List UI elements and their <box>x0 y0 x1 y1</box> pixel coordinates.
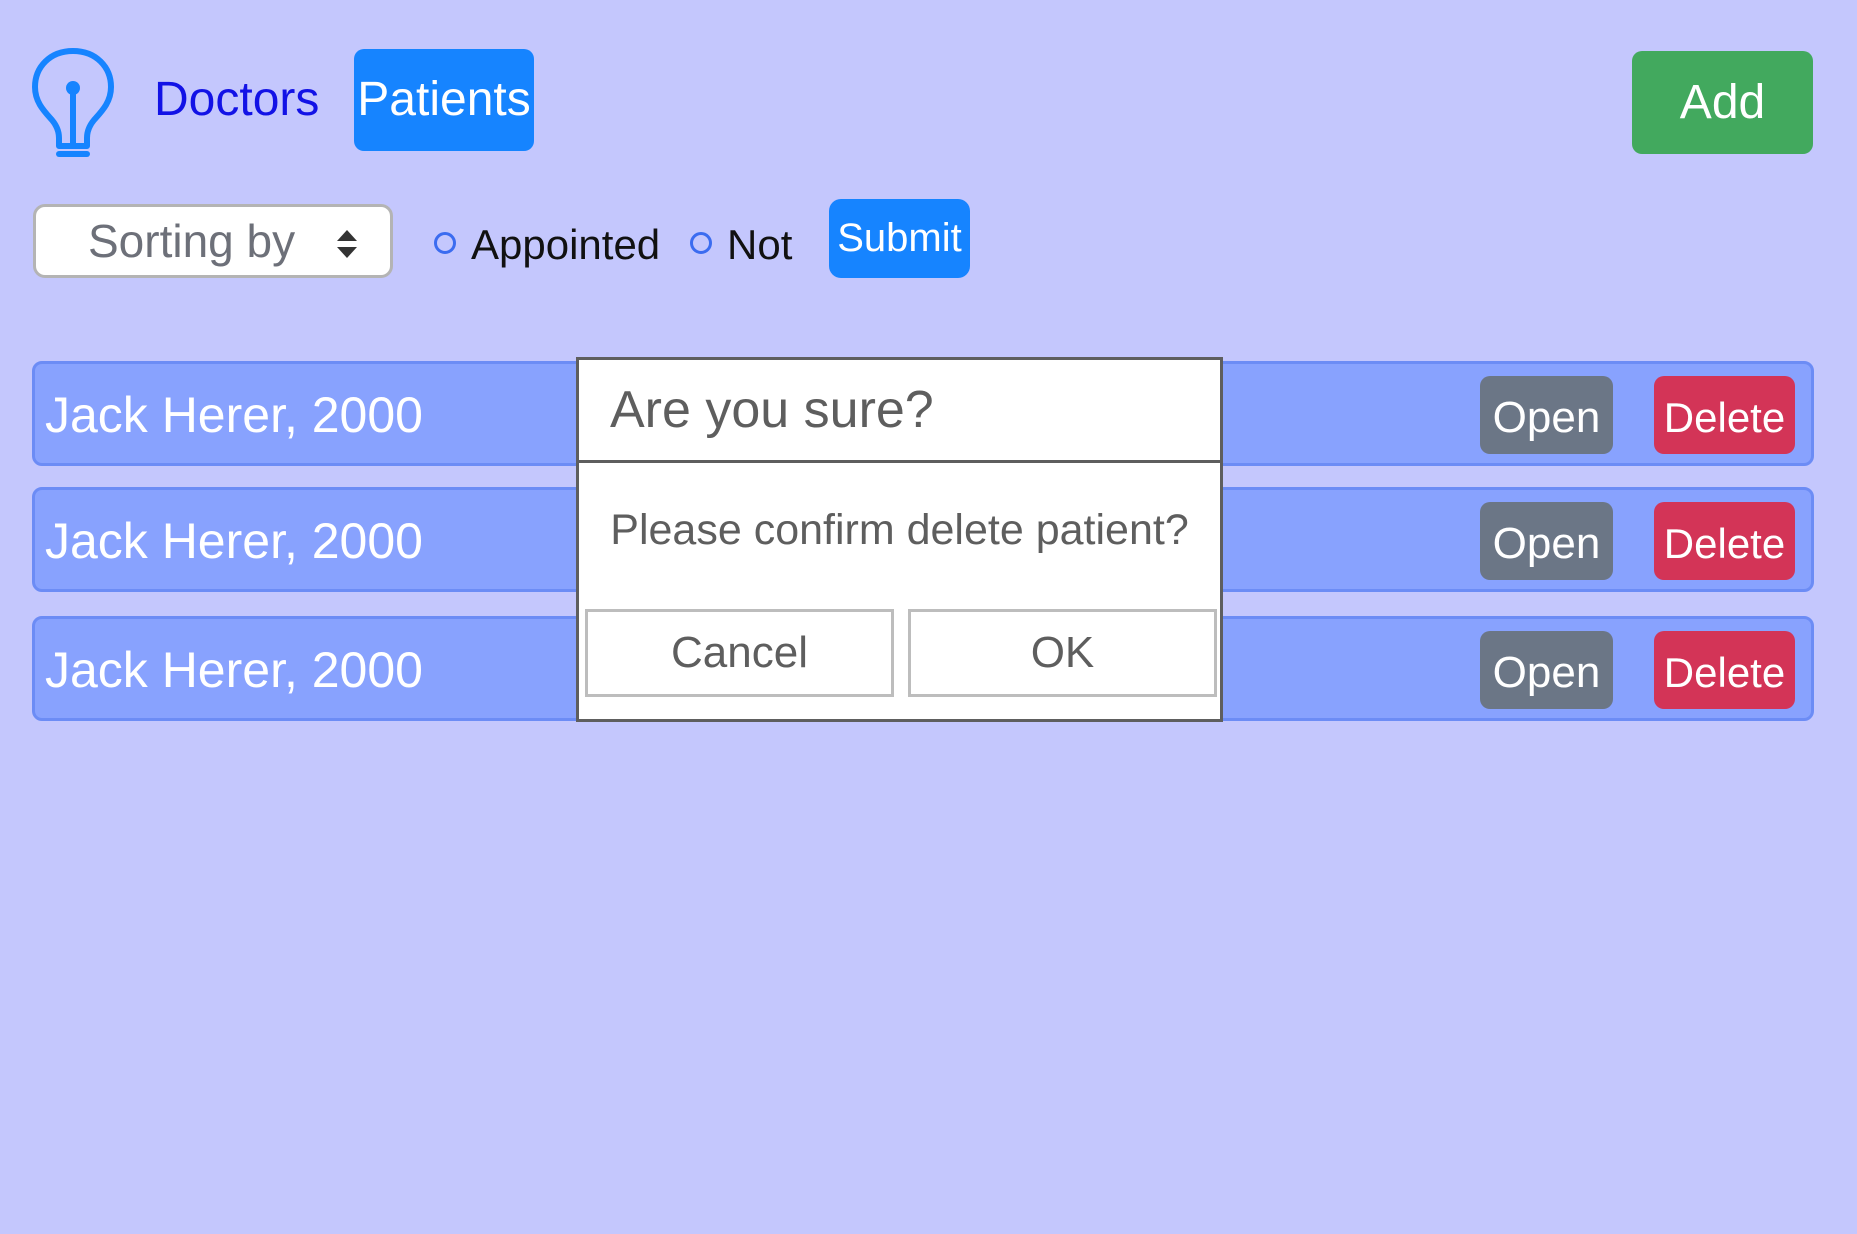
sort-select-label: Sorting by <box>88 215 296 267</box>
sort-select[interactable]: Sorting by <box>33 204 393 278</box>
cancel-button[interactable]: Cancel <box>585 609 894 697</box>
patient-name: Jack Herer, 2000 <box>45 513 423 569</box>
appointed-radio[interactable] <box>434 232 456 254</box>
lightbulb-icon[interactable] <box>30 46 116 160</box>
open-patient-button[interactable]: Open <box>1480 376 1613 454</box>
add-patient-button[interactable]: Add <box>1632 51 1813 154</box>
open-patient-button[interactable]: Open <box>1480 502 1613 580</box>
not-appointed-radio[interactable] <box>690 232 712 254</box>
open-patient-button[interactable]: Open <box>1480 631 1613 709</box>
ok-button[interactable]: OK <box>908 609 1217 697</box>
dialog-message: Please confirm delete patient? <box>610 506 1189 554</box>
dialog-title: Are you sure? <box>579 360 1220 463</box>
appointed-radio-label[interactable]: Appointed <box>471 220 660 270</box>
nav-patients-tab[interactable]: Patients <box>354 49 534 151</box>
delete-patient-button[interactable]: Delete <box>1654 502 1795 580</box>
nav-doctors-link[interactable]: Doctors <box>154 72 319 128</box>
submit-button[interactable]: Submit <box>829 199 970 278</box>
delete-patient-button[interactable]: Delete <box>1654 376 1795 454</box>
not-appointed-radio-label[interactable]: Not <box>727 220 792 270</box>
patient-name: Jack Herer, 2000 <box>45 387 423 443</box>
delete-patient-button[interactable]: Delete <box>1654 631 1795 709</box>
confirm-delete-dialog: Are you sure? Please confirm delete pati… <box>576 357 1223 722</box>
patient-name: Jack Herer, 2000 <box>45 642 423 698</box>
sort-arrows-icon <box>337 230 357 258</box>
